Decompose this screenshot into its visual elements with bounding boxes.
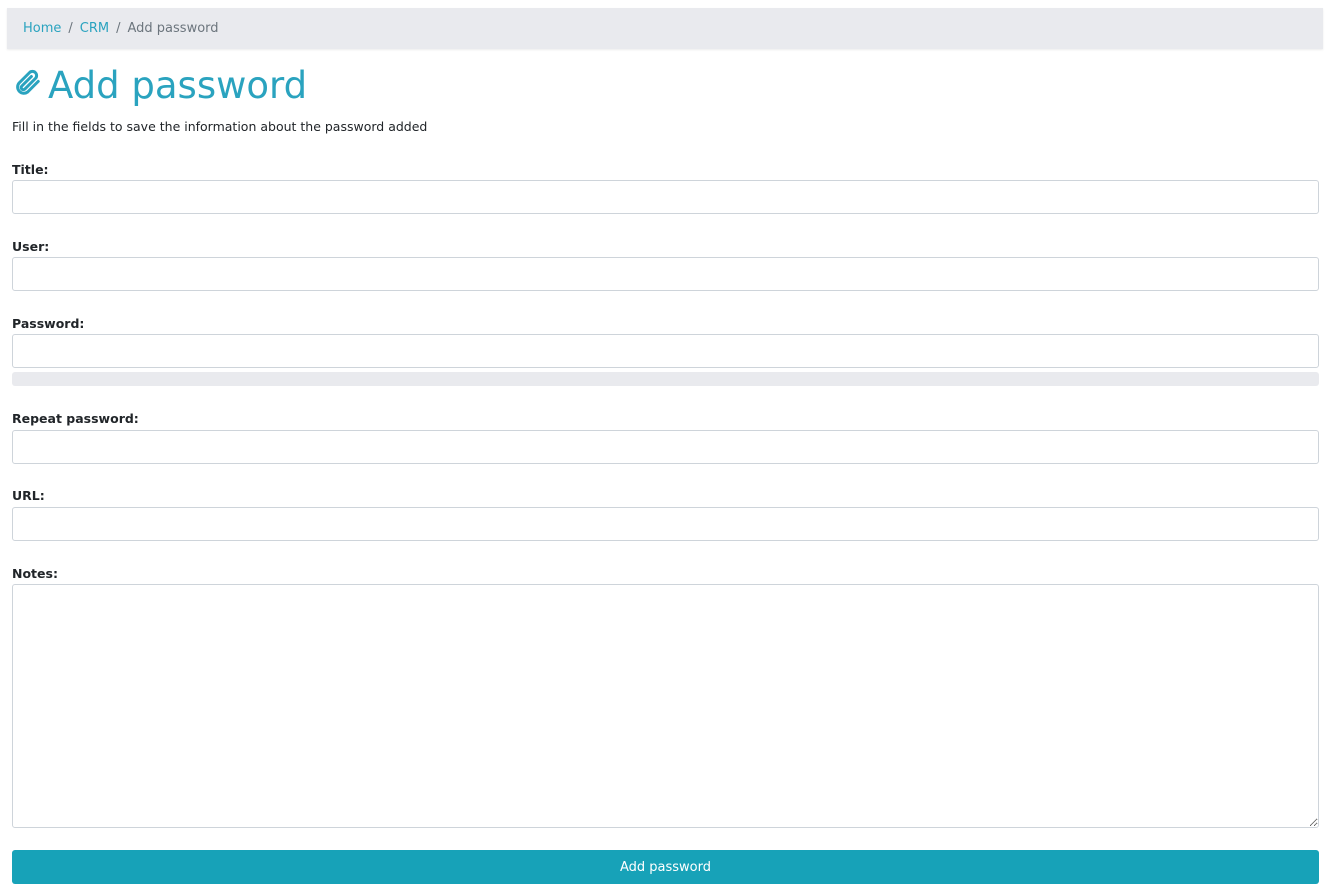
breadcrumb-crm[interactable]: CRM (80, 21, 109, 36)
paperclip-icon (12, 64, 42, 107)
breadcrumb-current: Add password (128, 21, 219, 36)
page-subtitle: Fill in the fields to save the informati… (12, 119, 427, 134)
page-title: Add password (12, 64, 307, 107)
password-input[interactable] (12, 334, 1319, 368)
url-label: URL: (12, 488, 45, 503)
repeat-password-input[interactable] (12, 430, 1319, 464)
title-label: Title: (12, 162, 49, 177)
notes-label: Notes: (12, 566, 58, 581)
breadcrumb-home[interactable]: Home (23, 21, 61, 36)
breadcrumb: Home / CRM / Add password (7, 8, 1323, 49)
user-label: User: (12, 239, 49, 254)
add-password-button[interactable]: Add password (12, 850, 1319, 884)
password-label: Password: (12, 316, 84, 331)
page-title-text: Add password (48, 64, 307, 107)
breadcrumb-separator: / (116, 21, 120, 36)
notes-textarea[interactable] (12, 584, 1319, 828)
url-input[interactable] (12, 507, 1319, 541)
breadcrumb-separator: / (68, 21, 72, 36)
user-input[interactable] (12, 257, 1319, 291)
password-strength-bar (12, 372, 1319, 386)
title-input[interactable] (12, 180, 1319, 214)
repeat-password-label: Repeat password: (12, 411, 139, 426)
